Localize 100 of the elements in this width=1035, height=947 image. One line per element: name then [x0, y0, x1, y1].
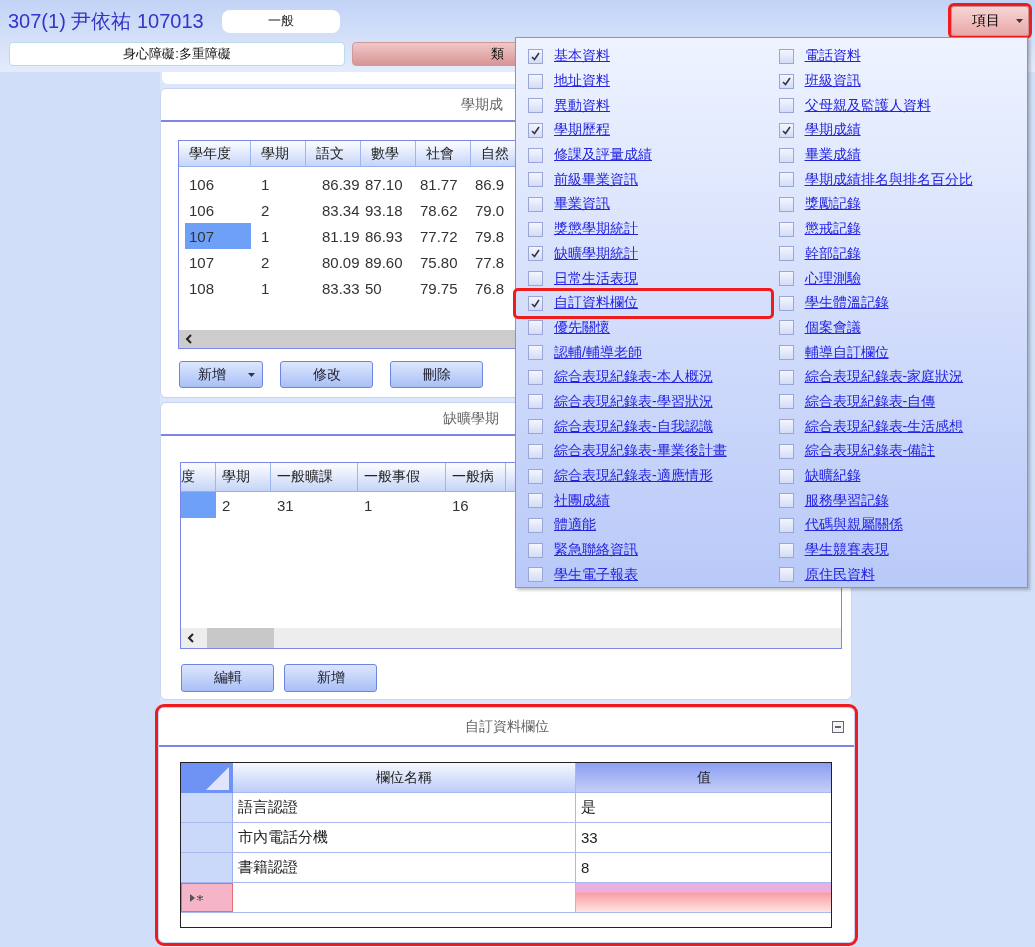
menu-link[interactable]: 地址資料 [554, 72, 610, 91]
table-cell[interactable] [576, 883, 831, 912]
menu-link[interactable]: 優先關懷 [554, 318, 610, 337]
menu-link[interactable]: 班級資訊 [804, 72, 861, 91]
menu-link[interactable]: 綜合表現紀錄表-畢業後計畫 [554, 442, 727, 461]
column-header[interactable]: 一般曠課 [271, 463, 358, 491]
action-button[interactable]: 新增 [179, 361, 263, 388]
action-button[interactable]: 編輯 [181, 664, 274, 692]
table-cell[interactable]: 31 [271, 492, 358, 518]
table-cell[interactable]: 市內電話分機 [233, 823, 576, 852]
checkbox[interactable] [778, 147, 794, 163]
checkbox[interactable] [778, 468, 794, 484]
menu-link[interactable]: 原住民資料 [804, 565, 875, 584]
menu-link[interactable]: 日常生活表現 [554, 269, 638, 288]
menu-link[interactable]: 修課及評量成績 [554, 146, 652, 165]
checkbox[interactable] [778, 345, 794, 361]
table-cell[interactable]: 78.62 [416, 197, 471, 223]
checkbox[interactable] [528, 345, 543, 361]
scrollbar[interactable] [181, 628, 841, 648]
menu-link[interactable]: 綜合表現紀錄表-備註 [804, 442, 936, 461]
table-cell[interactable]: 1 [251, 171, 306, 197]
table-cell[interactable] [181, 492, 216, 518]
table-cell[interactable]: 2 [251, 249, 306, 275]
menu-link[interactable]: 畢業成績 [804, 146, 861, 165]
menu-link[interactable]: 學期成績排名與排名百分比 [804, 170, 973, 189]
table-cell[interactable]: 8 [576, 853, 831, 882]
menu-link[interactable]: 幹部記錄 [804, 244, 861, 263]
row-header[interactable] [181, 883, 233, 912]
column-header[interactable]: 學期 [216, 463, 271, 491]
table-cell[interactable]: 80.09 [306, 249, 361, 275]
checkbox[interactable] [778, 369, 794, 385]
table-cell[interactable]: 1 [251, 275, 306, 301]
menu-link[interactable]: 學期成績 [804, 121, 861, 140]
checkbox[interactable] [778, 295, 794, 311]
menu-link[interactable]: 自訂資料欄位 [554, 294, 638, 313]
table-cell[interactable]: 93.18 [361, 197, 416, 223]
table-cell[interactable]: 86.93 [361, 223, 416, 249]
menu-link[interactable]: 異動資料 [554, 96, 610, 115]
column-header[interactable]: 度 [181, 463, 216, 491]
checkbox[interactable] [528, 320, 543, 336]
menu-link[interactable]: 學期歷程 [554, 121, 610, 140]
menu-link[interactable]: 懲戒記錄 [804, 220, 861, 239]
checkbox[interactable] [528, 122, 543, 138]
column-header[interactable]: 社會 [416, 141, 471, 166]
checkbox[interactable] [528, 246, 543, 262]
table-cell[interactable]: 106 [179, 197, 251, 223]
checkbox[interactable] [778, 196, 794, 212]
table-cell[interactable]: 50 [361, 275, 416, 301]
checkbox[interactable] [528, 419, 543, 435]
column-header[interactable]: 欄位名稱 [233, 763, 576, 792]
checkbox[interactable] [528, 271, 543, 287]
checkbox[interactable] [778, 271, 794, 287]
checkbox[interactable] [778, 73, 794, 89]
menu-link[interactable]: 綜合表現紀錄表-生活感想 [804, 417, 964, 436]
menu-link[interactable]: 綜合表現紀錄表-家庭狀況 [804, 368, 964, 387]
checkbox[interactable] [528, 147, 543, 163]
checkbox[interactable] [528, 369, 543, 385]
checkbox[interactable] [778, 443, 794, 459]
table-cell[interactable]: 75.80 [416, 249, 471, 275]
scrollbar-thumb[interactable] [207, 628, 274, 648]
checkbox[interactable] [778, 517, 794, 533]
table-cell[interactable]: 2 [216, 492, 271, 518]
column-header[interactable]: 一般事假 [358, 463, 446, 491]
column-header[interactable]: 語文 [306, 141, 361, 166]
checkbox[interactable] [778, 122, 794, 138]
table-cell[interactable]: 107 [185, 223, 251, 249]
checkbox[interactable] [778, 394, 794, 410]
table-cell[interactable]: 1 [251, 223, 306, 249]
menu-link[interactable]: 認輔/輔導老師 [554, 343, 642, 362]
action-button[interactable]: 修改 [280, 361, 373, 388]
checkbox[interactable] [528, 443, 543, 459]
menu-link[interactable]: 學生體溫記錄 [804, 294, 889, 313]
checkbox[interactable] [528, 48, 543, 64]
table-cell[interactable]: 81.19 [306, 223, 361, 249]
menu-link[interactable]: 獎懲學期統計 [554, 220, 638, 239]
checkbox[interactable] [778, 98, 794, 114]
menu-link[interactable]: 代碼與親屬關係 [804, 516, 903, 535]
table-cell[interactable]: 83.33 [306, 275, 361, 301]
checkbox[interactable] [778, 567, 794, 583]
menu-link[interactable]: 緊急聯絡資訊 [554, 541, 638, 560]
table-cell[interactable]: 108 [179, 275, 251, 301]
checkbox[interactable] [528, 567, 543, 583]
table-cell[interactable]: 77.72 [416, 223, 471, 249]
checkbox[interactable] [778, 48, 794, 64]
menu-link[interactable]: 輔導自訂欄位 [804, 343, 889, 362]
menu-link[interactable]: 體適能 [554, 516, 596, 535]
checkbox[interactable] [528, 172, 543, 188]
table-cell[interactable]: 106 [179, 171, 251, 197]
menu-link[interactable]: 綜合表現紀錄表-自我認識 [554, 417, 713, 436]
checkbox[interactable] [528, 221, 543, 237]
menu-link[interactable]: 個案會議 [804, 318, 861, 337]
menu-link[interactable]: 基本資料 [554, 47, 610, 66]
menu-link[interactable]: 父母親及監護人資料 [804, 96, 931, 115]
table-cell[interactable]: 89.60 [361, 249, 416, 275]
table-cell[interactable]: 81.77 [416, 171, 471, 197]
checkbox[interactable] [778, 246, 794, 262]
checkbox[interactable] [778, 320, 794, 336]
table-cell[interactable]: 1 [358, 492, 446, 518]
table-cell[interactable]: 是 [576, 793, 831, 822]
table-cell[interactable]: 語言認證 [233, 793, 576, 822]
